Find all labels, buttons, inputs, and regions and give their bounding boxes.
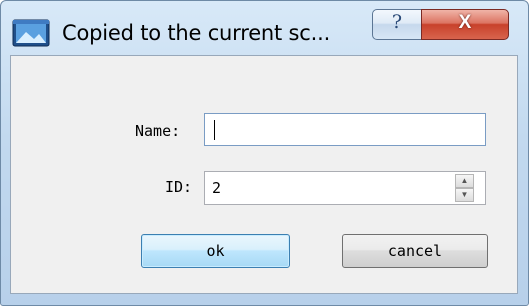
close-button[interactable]: X	[421, 9, 509, 40]
spin-up-button[interactable]: ▲	[455, 174, 474, 188]
id-value: 2	[212, 179, 222, 197]
help-icon: ?	[391, 11, 403, 33]
text-caret	[214, 120, 215, 140]
close-icon: X	[458, 12, 472, 33]
title-bar[interactable]: Copied to the current sc... ? X	[1, 1, 528, 55]
id-label: ID:	[165, 178, 193, 196]
window-app-icon	[12, 19, 50, 47]
window-title: Copied to the current sc...	[62, 21, 331, 45]
name-label: Name:	[135, 122, 181, 140]
id-spinbox[interactable]: 2 ▲ ▼	[204, 171, 486, 205]
arrow-down-icon: ▼	[460, 190, 469, 199]
spin-down-button[interactable]: ▼	[455, 188, 474, 202]
name-input[interactable]	[204, 113, 486, 146]
cancel-button[interactable]: cancel	[342, 234, 488, 268]
ok-button[interactable]: ok	[141, 234, 290, 268]
arrow-up-icon: ▲	[460, 176, 469, 185]
help-button[interactable]: ?	[372, 9, 422, 40]
